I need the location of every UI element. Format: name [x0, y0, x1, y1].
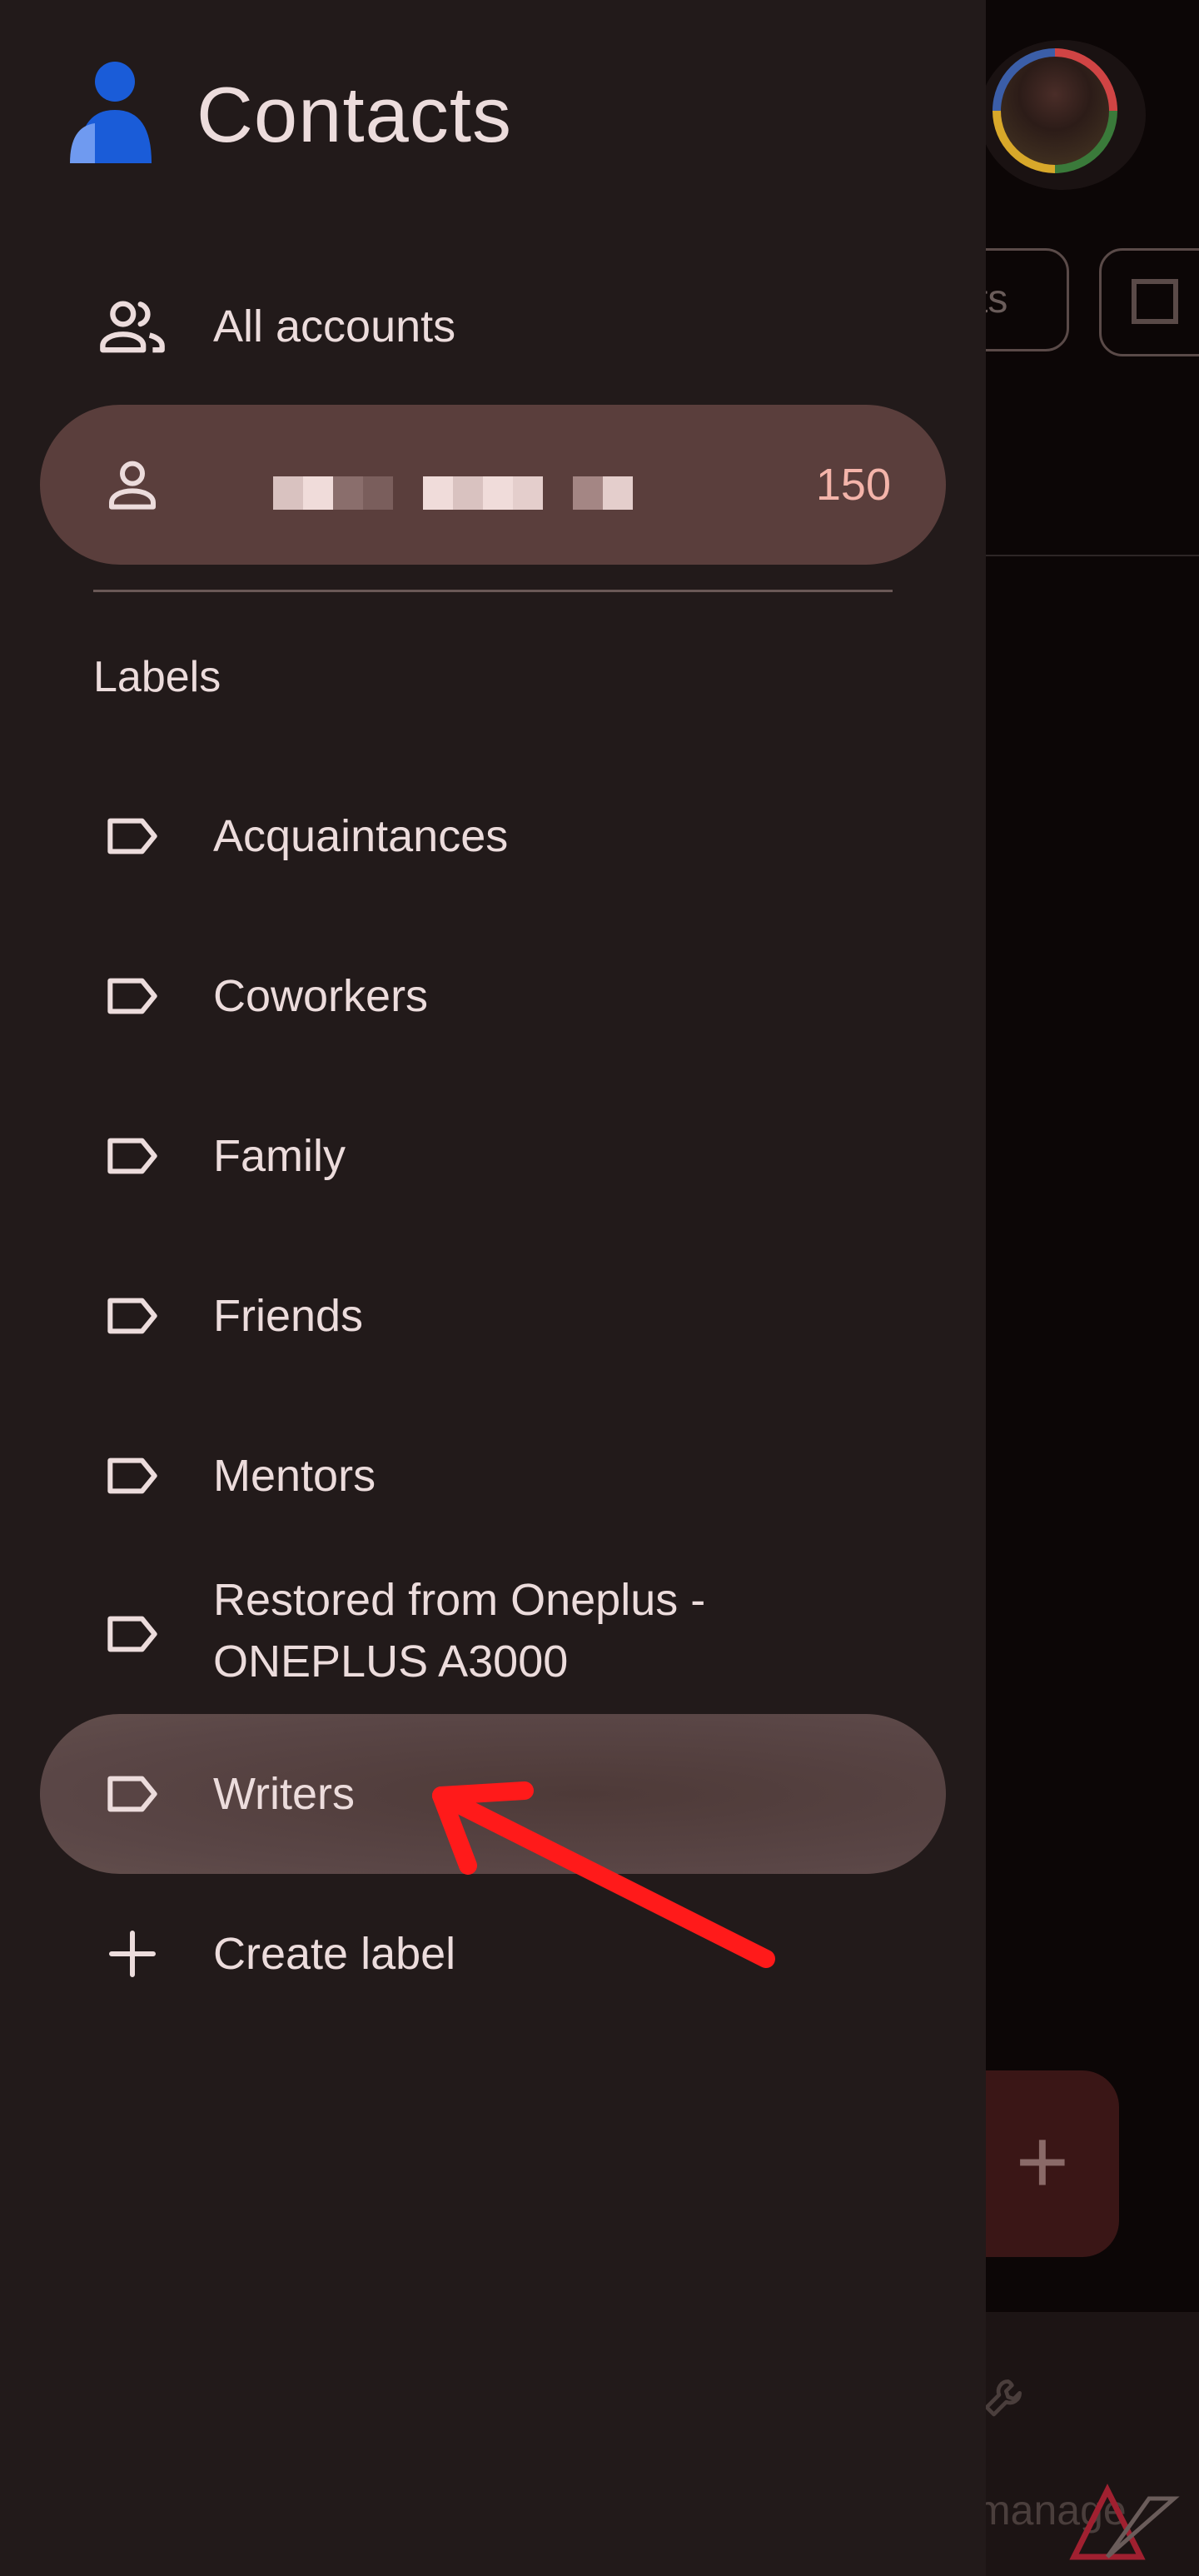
label-name: Friends	[213, 1291, 364, 1341]
filter-chip-organization[interactable]	[1099, 248, 1199, 356]
plus-icon: +	[1015, 2110, 1069, 2213]
label-icon	[95, 1756, 170, 1831]
label-icon	[95, 1597, 170, 1672]
person-icon	[95, 447, 170, 522]
all-accounts-item[interactable]: All accounts	[40, 247, 946, 406]
drawer-divider	[93, 590, 893, 592]
label-name: Family	[213, 1131, 346, 1181]
watermark-logo	[1069, 2484, 1180, 2560]
navigation-drawer: Contacts All accounts 150 Labels Acquain…	[0, 0, 986, 2576]
plus-icon	[95, 1916, 170, 1991]
label-item-coworkers[interactable]: Coworkers	[40, 916, 946, 1076]
label-name: Acquaintances	[213, 811, 509, 861]
label-item-friends[interactable]: Friends	[40, 1236, 946, 1396]
label-name: Coworkers	[213, 971, 429, 1021]
label-icon	[95, 1119, 170, 1193]
label-name-line-2: ONEPLUS A3000	[213, 1637, 569, 1687]
account-item[interactable]: 150	[40, 405, 946, 565]
label-name-line-1: Restored from Oneplus -	[213, 1575, 706, 1625]
label-name: Writers	[213, 1769, 355, 1819]
avatar[interactable]	[993, 48, 1117, 173]
app-title: Contacts	[197, 71, 512, 158]
labels-heading: Labels	[93, 653, 221, 701]
building-icon	[1132, 279, 1178, 324]
label-name: Mentors	[213, 1451, 376, 1501]
label-item-acquaintances[interactable]: Acquaintances	[40, 756, 946, 916]
label-icon	[95, 799, 170, 874]
annotation-arrow	[432, 1781, 775, 1968]
wrench-icon[interactable]	[981, 2374, 1027, 2420]
label-item-family[interactable]: Family	[40, 1076, 946, 1236]
people-icon	[95, 289, 170, 364]
contact-count: 150	[815, 460, 891, 510]
label-item-restored-from-oneplus[interactable]: Restored from Oneplus - ONEPLUS A3000	[40, 1556, 946, 1712]
label-item-mentors[interactable]: Mentors	[40, 1396, 946, 1556]
avatar-photo	[1001, 57, 1109, 165]
label-icon	[95, 1278, 170, 1353]
label-icon	[95, 1438, 170, 1513]
label-icon	[95, 959, 170, 1034]
header-divider	[983, 555, 1199, 556]
redacted-account-email	[213, 476, 633, 510]
all-accounts-label: All accounts	[213, 301, 456, 351]
contacts-app-icon	[70, 62, 152, 163]
